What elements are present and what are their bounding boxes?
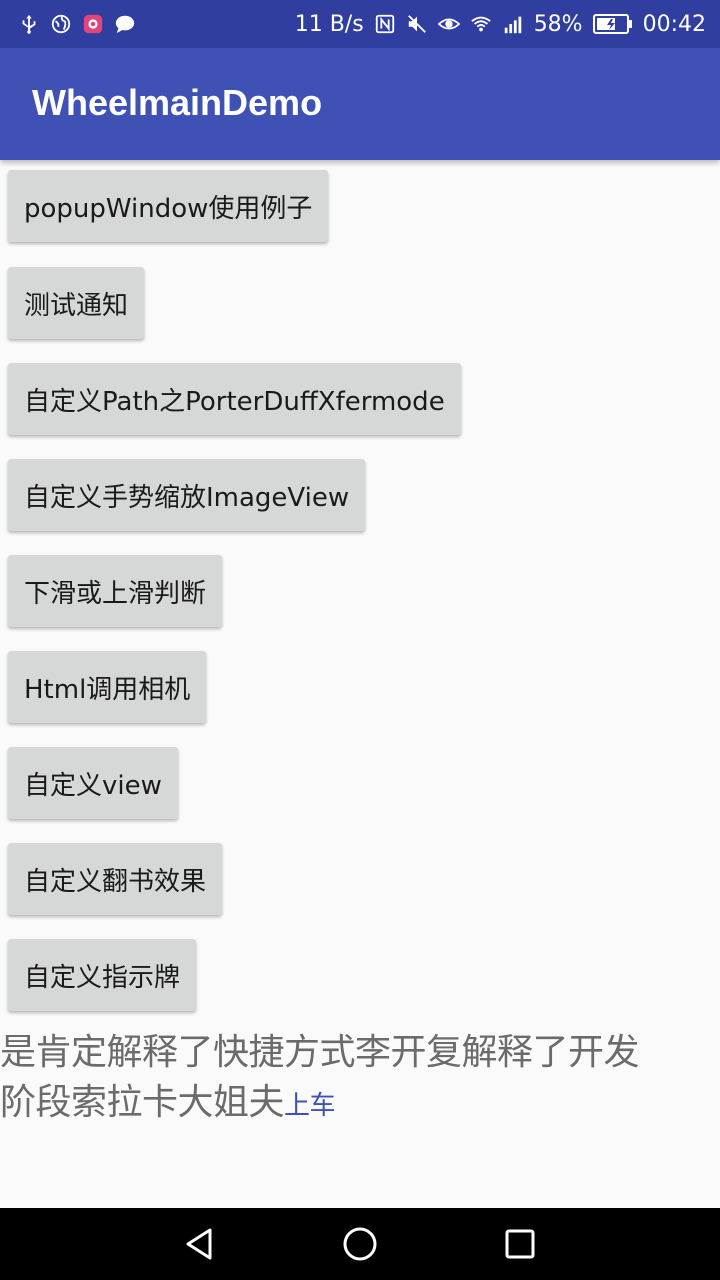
battery-percent: 58% xyxy=(533,11,583,37)
body-text: 是肯定解释了快捷方式李开复解释了开发 阶段索拉卡大姐夫上车 xyxy=(0,1028,720,1131)
status-bar: 11 B/s 58% 00:42 xyxy=(0,0,720,48)
gesture-zoom-imageview-button[interactable]: 自定义手势缩放ImageView xyxy=(8,459,366,531)
button-label: 自定义view xyxy=(24,770,162,801)
app-notification-icon xyxy=(82,13,104,35)
chat-icon xyxy=(114,13,136,35)
button-label: 测试通知 xyxy=(24,290,129,321)
swipe-direction-button[interactable]: 下滑或上滑判断 xyxy=(8,555,223,627)
home-icon[interactable] xyxy=(340,1224,380,1264)
button-label: 自定义翻书效果 xyxy=(24,866,207,897)
custom-signboard-button[interactable]: 自定义指示牌 xyxy=(8,939,197,1011)
back-icon[interactable] xyxy=(180,1224,220,1264)
button-label: 下滑或上滑判断 xyxy=(24,578,207,609)
button-label: 自定义手势缩放ImageView xyxy=(24,482,350,513)
status-left-icons xyxy=(18,10,136,38)
body-text-line2-text: 阶段索拉卡大姐夫 xyxy=(0,1082,285,1123)
eye-icon xyxy=(437,13,460,35)
signal-4g-icon xyxy=(502,13,524,35)
test-notification-button[interactable]: 测试通知 xyxy=(8,267,145,339)
usb-icon xyxy=(18,13,40,35)
battery-icon xyxy=(592,13,633,35)
button-label: 自定义指示牌 xyxy=(24,962,181,993)
body-text-line2: 阶段索拉卡大姐夫上车 xyxy=(0,1078,720,1131)
custom-view-button[interactable]: 自定义view xyxy=(8,747,178,819)
app-bar: WheelmainDemo xyxy=(0,48,720,160)
navigation-bar xyxy=(0,1208,720,1280)
html-camera-button[interactable]: Html调用相机 xyxy=(8,651,207,723)
wifi-icon xyxy=(470,13,492,35)
board-link[interactable]: 上车 xyxy=(284,1091,336,1121)
status-right: 11 B/s 58% 00:42 xyxy=(295,10,706,38)
nfc-icon xyxy=(374,13,396,35)
button-label: popupWindow使用例子 xyxy=(24,193,313,224)
popup-window-example-button[interactable]: popupWindow使用例子 xyxy=(8,170,329,242)
body-text-line1: 是肯定解释了快捷方式李开复解释了开发 xyxy=(0,1032,640,1073)
globe-icon xyxy=(50,13,72,35)
button-label: Html调用相机 xyxy=(24,674,191,705)
page-flip-effect-button[interactable]: 自定义翻书效果 xyxy=(8,843,223,915)
button-label: 自定义Path之PorterDuffXfermode xyxy=(24,386,445,417)
app-title: WheelmainDemo xyxy=(32,82,323,123)
recents-icon[interactable] xyxy=(500,1224,540,1264)
mute-icon xyxy=(406,13,428,35)
network-speed: 11 B/s xyxy=(294,11,364,37)
clock: 00:42 xyxy=(642,11,706,37)
custom-path-porterduff-button[interactable]: 自定义Path之PorterDuffXfermode xyxy=(8,363,461,435)
